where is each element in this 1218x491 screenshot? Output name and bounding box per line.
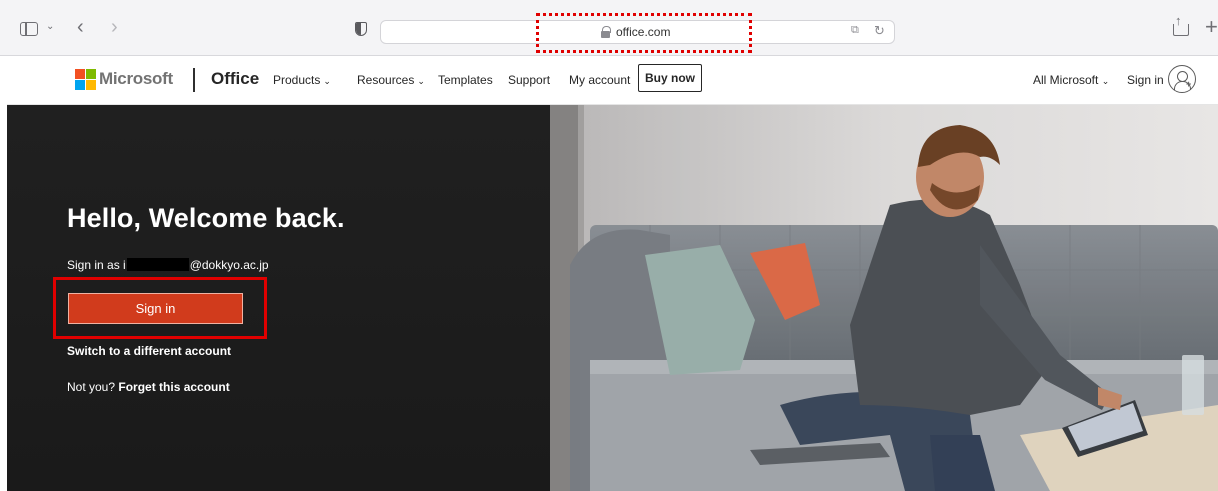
hero-section: Hello, Welcome back. Sign in as i @dokkyo… xyxy=(7,105,1218,491)
forward-icon[interactable]: › xyxy=(111,16,118,39)
back-icon[interactable]: ‹ xyxy=(77,16,84,39)
browser-toolbar: ⌄ ‹ › office.com ⧉ ↻ + xyxy=(0,0,1218,56)
brand-name[interactable]: Microsoft xyxy=(99,69,173,89)
share-icon[interactable] xyxy=(1173,13,1189,36)
not-you-prefix: Not you? xyxy=(67,380,116,394)
signin-as-prefix: Sign in as i xyxy=(67,258,126,272)
buy-now-button[interactable]: Buy now xyxy=(638,64,702,92)
chevron-down-icon[interactable]: ⌄ xyxy=(46,21,54,32)
chevron-down-icon: ⌄ xyxy=(1101,76,1110,86)
account-icon[interactable]: + xyxy=(1168,65,1196,93)
url-text: office.com xyxy=(616,25,671,39)
chevron-down-icon: ⌄ xyxy=(323,76,331,86)
chevron-down-icon: ⌄ xyxy=(417,76,425,86)
site-header: Microsoft Office Products ⌄ Resources ⌄ Te… xyxy=(7,56,1218,105)
switch-account-link[interactable]: Switch to a different account xyxy=(67,344,231,358)
shield-icon[interactable] xyxy=(355,22,367,36)
nav-products[interactable]: Products ⌄ xyxy=(273,73,331,87)
welcome-heading: Hello, Welcome back. xyxy=(67,203,345,233)
address-bar[interactable]: office.com ⧉ ↻ xyxy=(380,20,895,44)
microsoft-logo-icon[interactable] xyxy=(75,69,97,91)
forget-account-link[interactable]: Forget this account xyxy=(118,380,229,394)
signin-as-text: Sign in as i @dokkyo.ac.jp xyxy=(67,258,269,272)
header-sign-in-link[interactable]: Sign in xyxy=(1127,73,1164,87)
nav-templates[interactable]: Templates xyxy=(438,73,493,87)
hero-photo xyxy=(550,105,1218,491)
product-name[interactable]: Office xyxy=(211,69,259,89)
signin-as-domain: @dokkyo.ac.jp xyxy=(189,258,269,272)
new-tab-icon[interactable]: + xyxy=(1205,14,1218,40)
header-divider xyxy=(193,68,195,92)
nav-support[interactable]: Support xyxy=(508,73,550,87)
redacted-username xyxy=(126,258,189,271)
all-microsoft-menu[interactable]: All Microsoft ⌄ xyxy=(1033,73,1109,87)
sidebar-icon[interactable] xyxy=(20,22,38,36)
reload-icon[interactable]: ↻ xyxy=(874,23,885,39)
nav-my-account[interactable]: My account xyxy=(569,73,630,87)
not-you-text: Not you? Forget this account xyxy=(67,380,230,394)
nav-resources[interactable]: Resources ⌄ xyxy=(357,73,425,87)
lock-icon xyxy=(601,26,611,38)
sign-in-button[interactable]: Sign in xyxy=(68,293,243,324)
translate-icon[interactable]: ⧉ xyxy=(851,24,859,37)
